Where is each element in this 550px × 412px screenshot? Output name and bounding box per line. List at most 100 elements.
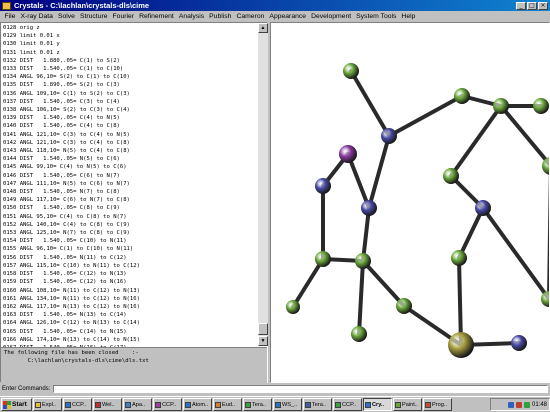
taskbar-button[interactable]: CCP.. xyxy=(153,398,182,411)
menu-file[interactable]: File xyxy=(2,13,18,20)
menu-cameron[interactable]: Cameron xyxy=(234,13,267,20)
taskbar-button[interactable]: Tera.. xyxy=(243,398,272,411)
console-line: 0162 ANGL 117,10= N(13) to C(12) to N(16… xyxy=(3,303,140,310)
taskbar-button[interactable]: Paint.. xyxy=(393,398,422,411)
minimize-button[interactable]: _ xyxy=(516,1,526,10)
windows-logo-icon xyxy=(3,400,11,409)
taskbar-button[interactable]: Atom.. xyxy=(183,398,212,411)
console-line: 0154 DIST 1.540,.05= C(10) to N(11) xyxy=(3,238,127,245)
task-label: Cry.. xyxy=(372,401,385,408)
console-line: 0136 ANGL 109,10= C(1) to S(2) to C(3) xyxy=(3,90,130,97)
menu-publish[interactable]: Publish xyxy=(207,13,234,20)
start-button[interactable]: Start xyxy=(1,398,32,411)
taskbar-button[interactable]: Cry.. xyxy=(363,398,392,411)
taskbar-button[interactable]: Wel.. xyxy=(93,398,122,411)
heteroatom[interactable] xyxy=(339,145,357,163)
windows-taskbar: Start Expl.. CCP.. Wel.. Apa.. CCP.. Atom.. Eu… xyxy=(0,396,550,412)
command-input[interactable] xyxy=(53,385,548,393)
menu-xray-data[interactable]: X-ray Data xyxy=(18,13,55,20)
start-label: Start xyxy=(12,401,27,408)
carbon-atom[interactable] xyxy=(533,98,549,114)
task-app-icon xyxy=(395,401,401,408)
task-app-icon xyxy=(365,401,371,408)
console-line: 0131 limit 0.01 z xyxy=(3,49,60,56)
nitrogen-atom[interactable] xyxy=(315,178,331,194)
close-button[interactable]: × xyxy=(538,1,548,10)
carbon-atom[interactable] xyxy=(351,326,367,342)
task-label: WS_.. xyxy=(282,401,298,408)
console-line: 0137 DIST 1.540,.05= C(3) to C(4) xyxy=(3,98,120,105)
console-line: 0146 DIST 1.540,.05= C(6) to N(7) xyxy=(3,172,120,179)
console-line: 0139 DIST 1.540,.05= C(4) to N(5) xyxy=(3,115,120,122)
scroll-down-button[interactable]: ▼ xyxy=(258,336,268,346)
taskbar-button[interactable]: Tera.. xyxy=(303,398,332,411)
menu-system-tools[interactable]: System Tools xyxy=(354,13,399,20)
task-label: Expl.. xyxy=(42,401,56,408)
console-line: 0165 DIST 1.540,.05= C(14) to N(15) xyxy=(3,328,127,335)
vertical-scrollbar[interactable]: ▲ ▼ xyxy=(258,23,268,346)
system-tray: 01:48 xyxy=(490,398,550,411)
carbon-atom[interactable] xyxy=(355,253,371,269)
task-app-icon xyxy=(125,401,131,408)
taskbar-button[interactable]: CCP.. xyxy=(333,398,362,411)
tray-app-icon[interactable] xyxy=(523,401,530,408)
menu-fourier[interactable]: Fourier xyxy=(110,13,137,20)
command-listing[interactable]: 0128 orig z 0129 limit 0.01 x 0130 limit 0… xyxy=(3,24,258,347)
menu-analysis[interactable]: Analysis xyxy=(176,13,206,20)
menu-refinement[interactable]: Refinement xyxy=(137,13,177,20)
carbon-atom[interactable] xyxy=(493,98,509,114)
carbon-atom[interactable] xyxy=(315,251,331,267)
network-icon[interactable] xyxy=(507,401,514,408)
console-line: 0149 ANGL 117,10= C(6) to N(7) to C(8) xyxy=(3,197,130,204)
menu-structure[interactable]: Structure xyxy=(77,13,110,20)
structure-viewer[interactable] xyxy=(270,22,550,383)
task-app-icon xyxy=(425,401,431,408)
console-line: 0151 ANGL 95,10= C(4) to C(8) to N(7) xyxy=(3,213,127,220)
bond xyxy=(361,206,371,263)
task-label: CCP.. xyxy=(342,401,357,408)
bond xyxy=(291,257,325,309)
nitrogen-atom[interactable] xyxy=(511,335,527,351)
text-output-pane[interactable]: 0128 orig z 0129 limit 0.01 x 0130 limit 0… xyxy=(0,22,268,383)
carbon-atom[interactable] xyxy=(454,88,470,104)
console-line: 0140 DIST 1.540,.05= C(4) to C(8) xyxy=(3,123,120,130)
menu-appearance[interactable]: Appearance xyxy=(267,13,309,20)
menu-help[interactable]: Help xyxy=(399,13,418,20)
console-line: 0159 DIST 1.540,.05= C(12) to N(16) xyxy=(3,279,127,286)
taskbar-button[interactable]: CCP.. xyxy=(63,398,92,411)
taskbar-button[interactable]: Apa.. xyxy=(123,398,152,411)
taskbar-button[interactable]: Prog.. xyxy=(423,398,452,411)
task-label: Tera.. xyxy=(252,401,266,408)
nitrogen-atom[interactable] xyxy=(381,128,397,144)
sulfur-atom[interactable] xyxy=(448,332,474,358)
task-label: Wel.. xyxy=(102,401,115,408)
scroll-thumb[interactable] xyxy=(258,323,268,335)
maximize-button[interactable]: □ xyxy=(527,1,537,10)
message-line: The following file has been closed :- xyxy=(4,350,139,356)
carbon-atom[interactable] xyxy=(542,157,549,175)
console-line: 0160 ANGL 108,10= N(11) to C(12) to N(13… xyxy=(3,287,140,294)
carbon-atom[interactable] xyxy=(343,63,359,79)
carbon-atom[interactable] xyxy=(451,250,467,266)
task-app-icon xyxy=(95,401,101,408)
carbon-atom[interactable] xyxy=(443,168,459,184)
taskbar-button[interactable]: Eud.. xyxy=(213,398,242,411)
taskbar-button[interactable]: Expl.. xyxy=(33,398,62,411)
taskbar-button[interactable]: WS_.. xyxy=(273,398,302,411)
nitrogen-atom[interactable] xyxy=(361,200,377,216)
molecule-view[interactable] xyxy=(271,23,549,382)
console-line: 0153 ANGL 125,10= N(7) to C(8) to C(9) xyxy=(3,230,130,237)
menu-development[interactable]: Development xyxy=(309,13,354,20)
speaker-icon[interactable] xyxy=(515,401,522,408)
carbon-atom[interactable] xyxy=(541,291,549,307)
console-line: 0144 DIST 1.540,.05= N(5) to C(6) xyxy=(3,156,120,163)
nitrogen-atom[interactable] xyxy=(475,200,491,216)
task-label: Paint.. xyxy=(402,401,418,408)
task-app-icon xyxy=(335,401,341,408)
carbon-atom[interactable] xyxy=(396,298,412,314)
carbon-atom[interactable] xyxy=(286,300,300,314)
menu-solve[interactable]: Solve xyxy=(55,13,77,20)
scroll-up-button[interactable]: ▲ xyxy=(258,23,268,33)
task-app-icon xyxy=(185,401,191,408)
console-line: 0147 ANGL 111,10= N(5) to C(6) to N(7) xyxy=(3,180,130,187)
